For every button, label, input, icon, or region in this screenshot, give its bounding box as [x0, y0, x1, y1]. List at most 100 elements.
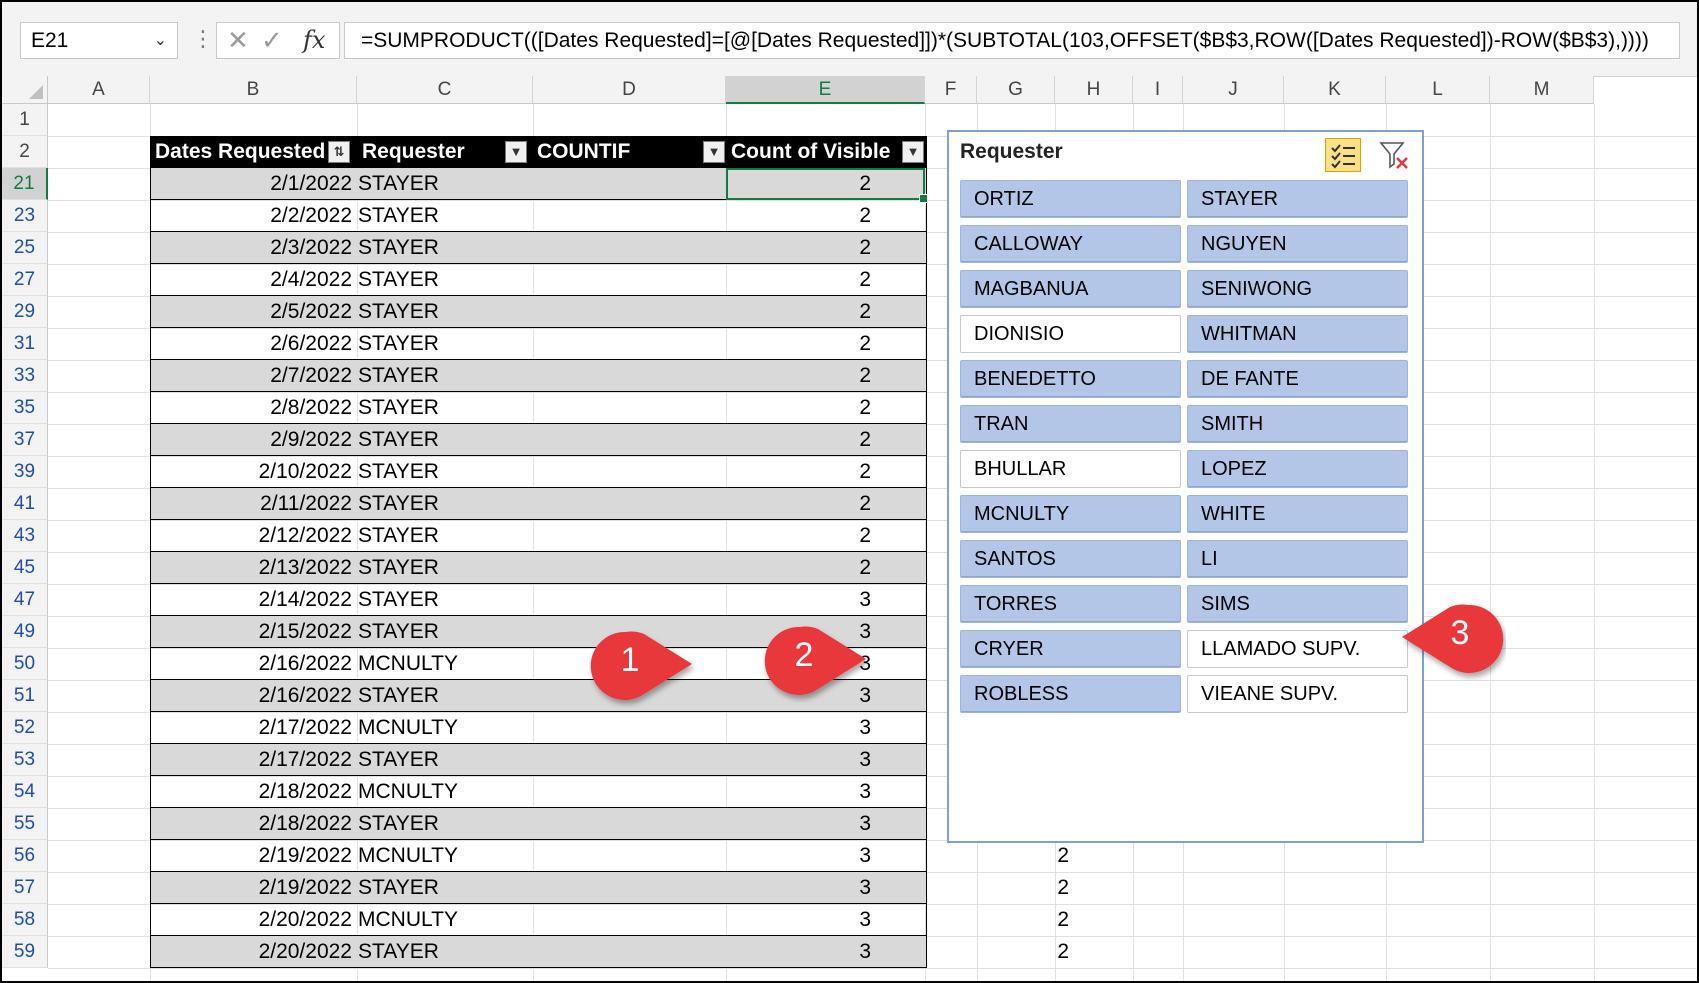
slicer-item[interactable]: SANTOS: [960, 540, 1181, 578]
table-row[interactable]: 2/10/2022STAYER21: [151, 456, 1069, 488]
enter-check-icon[interactable]: ✓: [261, 25, 283, 56]
row-header[interactable]: 54: [2, 776, 48, 808]
cell-requester[interactable]: MCNULTY: [358, 904, 528, 935]
row-header[interactable]: 27: [2, 264, 48, 296]
active-cell-e21[interactable]: [726, 168, 928, 203]
row-header[interactable]: 45: [2, 552, 48, 584]
row-header[interactable]: 51: [2, 680, 48, 712]
cell-date[interactable]: 2/19/2022: [151, 872, 352, 903]
cell-requester[interactable]: STAYER: [358, 456, 528, 487]
cell-requester[interactable]: MCNULTY: [358, 840, 528, 871]
column-header-f[interactable]: F: [925, 76, 977, 104]
slicer-item[interactable]: STAYER: [1187, 180, 1408, 218]
cell-requester[interactable]: STAYER: [358, 680, 528, 711]
cell-requester[interactable]: MCNULTY: [358, 712, 528, 743]
cell-date[interactable]: 2/2/2022: [151, 200, 352, 231]
column-header-g[interactable]: G: [977, 76, 1055, 104]
cell-date[interactable]: 2/11/2022: [151, 488, 352, 519]
slicer-item[interactable]: ORTIZ: [960, 180, 1181, 218]
cell-date[interactable]: 2/16/2022: [151, 648, 352, 679]
slicer-item[interactable]: SENIWONG: [1187, 270, 1408, 308]
row-header-1[interactable]: 1: [2, 104, 48, 136]
filter-applied-icon[interactable]: ▼: [505, 141, 527, 163]
cell-requester[interactable]: STAYER: [358, 392, 528, 423]
table-row[interactable]: 2/7/2022STAYER21: [151, 360, 1069, 392]
slicer-item[interactable]: SIMS: [1187, 585, 1408, 623]
cell-count-visible[interactable]: 2: [727, 904, 1069, 935]
column-header-d[interactable]: D: [533, 76, 726, 104]
column-header-j[interactable]: J: [1183, 76, 1284, 104]
column-header-c[interactable]: C: [357, 76, 533, 104]
column-header-a[interactable]: A: [48, 76, 150, 104]
slicer-item[interactable]: WHITE: [1187, 495, 1408, 533]
row-header[interactable]: 52: [2, 712, 48, 744]
cell-date[interactable]: 2/1/2022: [151, 168, 352, 199]
slicer-item[interactable]: LOPEZ: [1187, 450, 1408, 488]
row-header[interactable]: 29: [2, 296, 48, 328]
cell-requester[interactable]: STAYER: [358, 936, 528, 967]
cell-date[interactable]: 2/7/2022: [151, 360, 352, 391]
cancel-icon[interactable]: ✕: [227, 25, 249, 56]
table-row[interactable]: 2/18/2022STAYER32: [151, 808, 1069, 840]
cell-requester[interactable]: STAYER: [358, 520, 528, 551]
table-row[interactable]: 2/13/2022STAYER21: [151, 552, 1069, 584]
more-options-icon[interactable]: ⋮: [192, 26, 214, 52]
filter-dropdown-icon[interactable]: ▼: [703, 141, 725, 163]
sort-filter-dropdown-icon[interactable]: ⇅: [328, 141, 350, 163]
row-header[interactable]: 49: [2, 616, 48, 648]
formula-input[interactable]: =SUMPRODUCT(([Dates Requested]=[@[Dates …: [344, 22, 1680, 59]
row-header[interactable]: 39: [2, 456, 48, 488]
cell-requester[interactable]: STAYER: [358, 360, 528, 391]
row-header[interactable]: 35: [2, 392, 48, 424]
cell-requester[interactable]: STAYER: [358, 328, 528, 359]
cell-date[interactable]: 2/10/2022: [151, 456, 352, 487]
column-header-l[interactable]: L: [1386, 76, 1490, 104]
slicer-item[interactable]: LLAMADO SUPV.: [1187, 630, 1408, 668]
table-row[interactable]: 2/19/2022 STAYER 3 2: [151, 872, 1069, 904]
slicer-item[interactable]: NGUYEN: [1187, 225, 1408, 263]
table-row[interactable]: 2/14/2022STAYER31: [151, 584, 1069, 616]
slicer-item[interactable]: DIONISIO: [960, 315, 1181, 353]
cell-date[interactable]: 2/12/2022: [151, 520, 352, 551]
table-row[interactable]: 2/18/2022MCNULTY32: [151, 776, 1069, 808]
cell-date[interactable]: 2/18/2022: [151, 776, 352, 807]
row-header[interactable]: 33: [2, 360, 48, 392]
cell-date[interactable]: 2/20/2022: [151, 904, 352, 935]
cell-date[interactable]: 2/4/2022: [151, 264, 352, 295]
table-row[interactable]: 2/11/2022STAYER21: [151, 488, 1069, 520]
row-header[interactable]: 53: [2, 744, 48, 776]
slicer-item[interactable]: SMITH: [1187, 405, 1408, 443]
cell-requester[interactable]: MCNULTY: [358, 776, 528, 807]
slicer-item[interactable]: CRYER: [960, 630, 1181, 668]
slicer-item[interactable]: WHITMAN: [1187, 315, 1408, 353]
table-row[interactable]: 2/20/2022 STAYER 3 2: [151, 936, 1069, 968]
row-header[interactable]: 56: [2, 840, 48, 872]
select-all-corner[interactable]: [2, 76, 48, 104]
slicer-item[interactable]: MCNULTY: [960, 495, 1181, 533]
table-row[interactable]: 2/19/2022 MCNULTY 3 2: [151, 840, 1069, 872]
table-row[interactable]: 2/2/2022STAYER21: [151, 200, 1069, 232]
row-header[interactable]: 50: [2, 648, 48, 680]
cell-requester[interactable]: STAYER: [358, 552, 528, 583]
cell-requester[interactable]: STAYER: [358, 744, 528, 775]
row-header[interactable]: 55: [2, 808, 48, 840]
clear-filter-icon[interactable]: [1377, 138, 1411, 172]
row-header[interactable]: 23: [2, 200, 48, 232]
cell-requester[interactable]: STAYER: [358, 200, 528, 231]
filter-dropdown-icon[interactable]: ▼: [902, 141, 924, 163]
table-row[interactable]: 2/5/2022STAYER21: [151, 296, 1069, 328]
table-row[interactable]: 2/3/2022STAYER21: [151, 232, 1069, 264]
cell-date[interactable]: 2/13/2022: [151, 552, 352, 583]
table-row[interactable]: 2/8/2022STAYER21: [151, 392, 1069, 424]
cell-requester[interactable]: STAYER: [358, 584, 528, 615]
slicer-item[interactable]: ROBLESS: [960, 675, 1181, 713]
cell-count-visible[interactable]: 2: [727, 840, 1069, 871]
column-header-h[interactable]: H: [1055, 76, 1133, 104]
column-header-k[interactable]: K: [1284, 76, 1386, 104]
row-header[interactable]: 37: [2, 424, 48, 456]
slicer-item[interactable]: CALLOWAY: [960, 225, 1181, 263]
cell-requester[interactable]: STAYER: [358, 872, 528, 903]
cell-requester[interactable]: STAYER: [358, 232, 528, 263]
slicer-item[interactable]: TRAN: [960, 405, 1181, 443]
column-header-m[interactable]: M: [1490, 76, 1594, 104]
